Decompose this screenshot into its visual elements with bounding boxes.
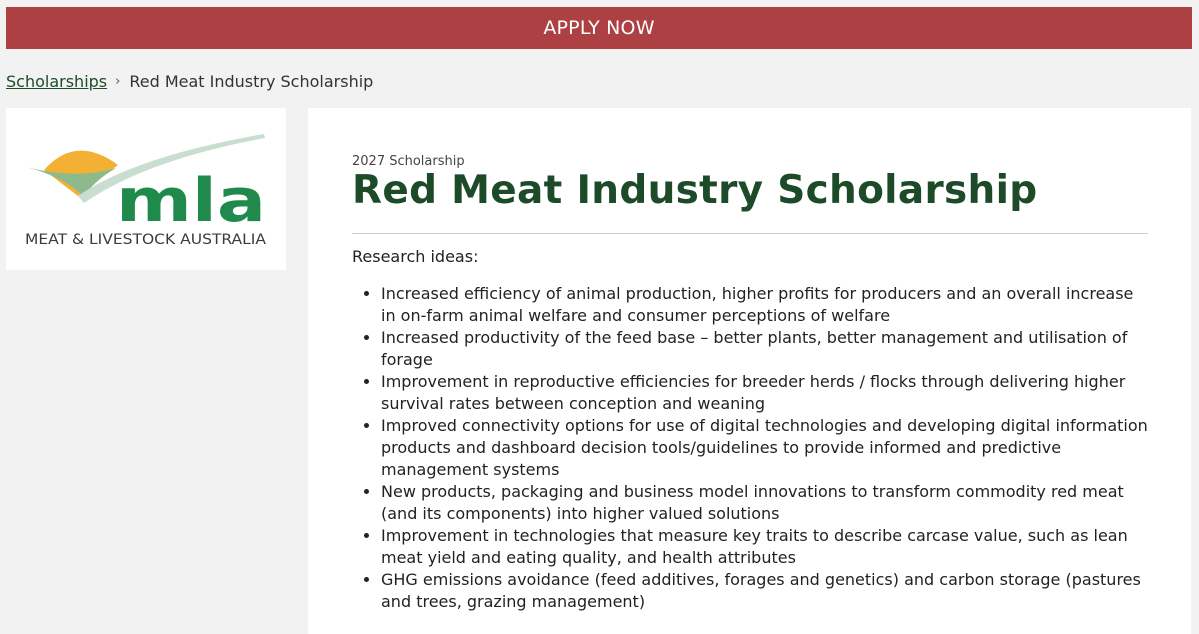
scholarship-year: 2027 Scholarship — [352, 154, 465, 169]
apply-now-button[interactable]: APPLY NOW — [6, 7, 1192, 49]
list-item: Increased efficiency of animal productio… — [381, 283, 1152, 327]
breadcrumb-current: Red Meat Industry Scholarship — [129, 72, 374, 91]
logo-card: mla MEAT & LIVESTOCK AUSTRALIA — [6, 108, 286, 270]
list-item: New products, packaging and business mod… — [381, 481, 1152, 525]
research-ideas-heading: Research ideas: — [352, 247, 479, 266]
title-divider — [352, 233, 1148, 234]
breadcrumb: Scholarships › Red Meat Industry Scholar… — [6, 72, 373, 91]
list-item: Improvement in reproductive efficiencies… — [381, 371, 1152, 415]
page-title: Red Meat Industry Scholarship — [352, 168, 1038, 213]
mla-logo: mla MEAT & LIVESTOCK AUSTRALIA — [25, 134, 266, 248]
research-ideas-list: Increased efficiency of animal productio… — [352, 283, 1152, 613]
scholarship-content: 2027 Scholarship Red Meat Industry Schol… — [308, 108, 1191, 634]
breadcrumb-link-scholarships[interactable]: Scholarships — [6, 72, 107, 91]
apply-now-label: APPLY NOW — [543, 17, 655, 39]
logo-wordmark: mla — [116, 166, 266, 236]
list-item: GHG emissions avoidance (feed additives,… — [381, 569, 1152, 613]
list-item: Improved connectivity options for use of… — [381, 415, 1152, 481]
list-item: Improvement in technologies that measure… — [381, 525, 1152, 569]
breadcrumb-separator-icon: › — [115, 74, 121, 89]
logo-tagline: MEAT & LIVESTOCK AUSTRALIA — [25, 232, 266, 248]
list-item: Increased productivity of the feed base … — [381, 327, 1152, 371]
